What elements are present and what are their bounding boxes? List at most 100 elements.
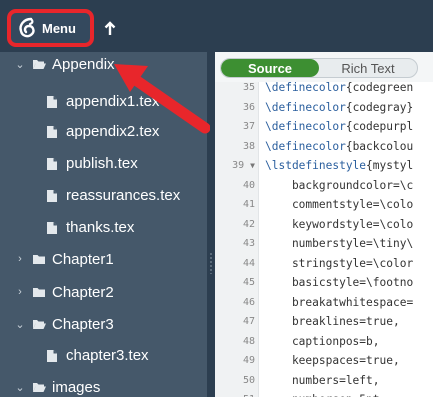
code-line: 44 stringstyle=\color	[215, 254, 433, 274]
file-icon	[46, 95, 60, 108]
code-line: 50 numbers=left,	[215, 371, 433, 391]
file-icon	[46, 125, 60, 138]
line-number: 49	[242, 355, 255, 367]
code-line: 47 breaklines=true,	[215, 312, 433, 332]
tree-file[interactable]: chapter3.tex	[0, 339, 207, 371]
code-text: numbers=left,	[265, 373, 380, 387]
line-number: 41	[242, 199, 255, 211]
code-text: basicstyle=\footno	[265, 276, 414, 290]
file-icon	[46, 189, 60, 202]
line-number: 48	[242, 335, 255, 347]
code-line: 51 numbersep=5pt,	[215, 390, 433, 397]
code-text: keepspaces=true,	[265, 354, 400, 368]
code-line: 39 ▼ \lstdefinestyle{mystyl	[215, 156, 433, 176]
tree-item-label: chapter3.tex	[66, 346, 149, 364]
folder-icon	[32, 286, 46, 299]
line-number: 43	[242, 238, 255, 250]
folder-open-icon	[32, 381, 46, 394]
code-text: backgroundcolor=\c	[265, 178, 414, 192]
tree-folder[interactable]: › Chapter1	[0, 243, 207, 275]
line-number: 39 ▼	[232, 160, 255, 172]
code-line: 46 breakatwhitespace=	[215, 293, 433, 313]
line-number: 47	[242, 316, 255, 328]
fold-toggle-icon[interactable]: ▼	[250, 161, 255, 170]
folder-open-icon	[32, 58, 46, 71]
menu-button[interactable]: Menu	[7, 9, 94, 47]
chevron-down-icon[interactable]: ⌄	[12, 318, 28, 331]
tree-item-label: Chapter1	[52, 250, 114, 268]
code-text: captionpos=b,	[265, 334, 380, 348]
code-text: breaklines=true,	[265, 315, 400, 329]
tree-folder[interactable]: ⌄ Appendix	[0, 52, 207, 80]
code-line: 45 basicstyle=\footno	[215, 273, 433, 293]
file-icon	[46, 349, 60, 362]
tree-item-label: appendix1.tex	[66, 92, 160, 110]
tree-item-label: Chapter3	[52, 315, 114, 333]
line-number: 42	[242, 218, 255, 230]
tree-folder[interactable]: ⌄ images	[0, 371, 207, 397]
tree-item-label: images	[52, 378, 101, 396]
code-text: \lstdefinestyle{mystyl	[265, 159, 414, 173]
line-number: 40	[242, 179, 255, 191]
upload-arrow-icon[interactable]	[104, 21, 116, 37]
tree-file[interactable]: appendix1.tex	[0, 85, 207, 117]
code-line: 36 \definecolor{codegray}	[215, 98, 433, 118]
tree-item-label: reassurances.tex	[66, 186, 181, 204]
code-text: numberstyle=\tiny\	[265, 237, 414, 251]
code-line: 38 \definecolor{backcolou	[215, 137, 433, 157]
file-tree: ⌄ Appendix appendix1.tex appendix2.tex publi…	[0, 52, 207, 397]
chevron-down-icon[interactable]: ⌄	[12, 58, 28, 71]
code-text: stringstyle=\color	[265, 256, 414, 270]
code-line: 35 \definecolor{codegreen	[215, 78, 433, 98]
code-text: \definecolor{codepurpl	[265, 120, 414, 134]
code-text: \definecolor{codegray}	[265, 100, 414, 114]
tree-file[interactable]: publish.tex	[0, 147, 207, 179]
code-text: numbersep=5pt,	[259, 393, 386, 397]
code-line: 40 backgroundcolor=\c	[215, 176, 433, 196]
code-text: \definecolor{codegreen	[265, 81, 414, 95]
file-icon	[46, 157, 60, 170]
tree-folder[interactable]: › Chapter2	[0, 276, 207, 308]
tree-item-label: thanks.tex	[66, 218, 135, 236]
line-number: 37	[242, 121, 255, 133]
chevron-right-icon[interactable]: ›	[12, 286, 28, 298]
tree-file[interactable]: thanks.tex	[0, 211, 207, 243]
code-text: breakatwhitespace=	[265, 295, 414, 309]
code-line: 48 captionpos=b,	[215, 332, 433, 352]
code-line: 42 keywordstyle=\colo	[215, 215, 433, 235]
editor-pane: Source Rich Text 35 \definecolor{codegree…	[215, 52, 433, 397]
line-number: 38	[242, 140, 255, 152]
overleaf-leaf-icon	[16, 16, 38, 40]
tree-item-label: Chapter2	[52, 283, 114, 301]
folder-open-icon	[32, 318, 46, 331]
line-number: 36	[242, 101, 255, 113]
code-line: 37 \definecolor{codepurpl	[215, 117, 433, 137]
line-number: 44	[242, 257, 255, 269]
line-number: 46	[242, 296, 255, 308]
line-number: 50	[242, 374, 255, 386]
tree-folder[interactable]: ⌄ Chapter3	[0, 308, 207, 340]
chevron-right-icon[interactable]: ›	[12, 253, 28, 265]
tree-item-label: publish.tex	[66, 154, 138, 172]
tree-item-label: Appendix	[52, 55, 115, 73]
tree-file[interactable]: appendix2.tex	[0, 115, 207, 147]
code-text: keywordstyle=\colo	[265, 217, 414, 231]
rich-text-mode-button[interactable]: Rich Text	[319, 59, 417, 77]
chevron-down-icon[interactable]: ⌄	[12, 381, 28, 394]
code-text: commentstyle=\colo	[265, 198, 414, 212]
editor-mode-toggle: Source Rich Text	[220, 58, 418, 78]
tree-item-label: appendix2.tex	[66, 122, 160, 140]
line-number: 35	[242, 82, 255, 94]
code-area[interactable]: 35 \definecolor{codegreen 36 \definecolor{c…	[215, 81, 433, 397]
line-number: 45	[242, 277, 255, 289]
source-mode-button[interactable]: Source	[221, 59, 319, 77]
top-toolbar: Menu	[0, 0, 433, 52]
file-icon	[46, 221, 60, 234]
menu-label: Menu	[42, 20, 76, 36]
code-line: 49 keepspaces=true,	[215, 351, 433, 371]
pane-resizer[interactable]	[207, 52, 215, 397]
code-line: 43 numberstyle=\tiny\	[215, 234, 433, 254]
tree-file[interactable]: reassurances.tex	[0, 179, 207, 211]
code-line: 41 commentstyle=\colo	[215, 195, 433, 215]
folder-icon	[32, 253, 46, 266]
